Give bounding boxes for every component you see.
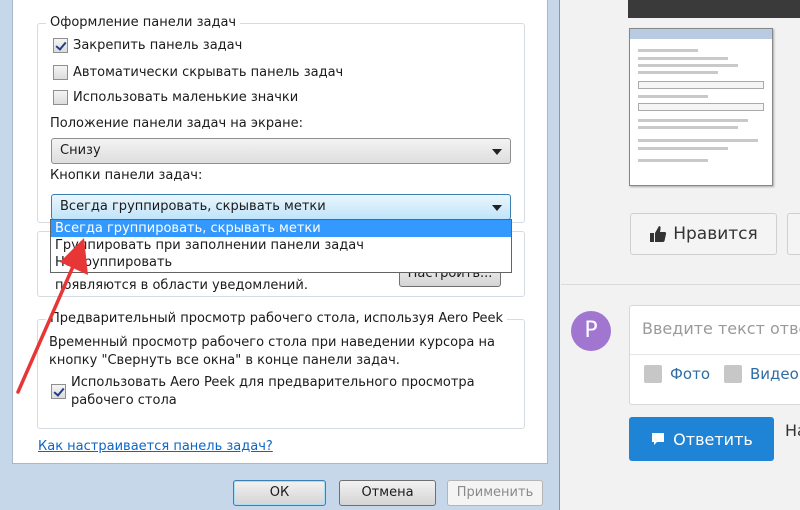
taskbar-buttons-label: Кнопки панели задач: [50, 168, 203, 183]
chevron-down-icon [492, 149, 502, 155]
ok-button[interactable]: ОК [233, 480, 326, 506]
taskbar-position-value: Снизу [60, 143, 101, 158]
group-title-appearance: Оформление панели задач [46, 15, 241, 30]
lock-taskbar-label: Закрепить панель задач [73, 38, 243, 53]
dropdown-option-combine-when-full[interactable]: Группировать при заполнении панели задач [51, 237, 511, 254]
small-icons-checkbox[interactable] [53, 90, 68, 105]
attach-video-label: Видео [750, 365, 799, 383]
lock-taskbar-checkbox-row[interactable]: Закрепить панель задач [53, 38, 242, 53]
screenshot-thumbnail[interactable] [629, 28, 773, 186]
cancel-button[interactable]: Отмена [339, 480, 436, 506]
screenshot-root: Оформление панели задач Закрепить панель… [0, 0, 800, 510]
aero-peek-checkbox-label-line2: рабочего стола [71, 393, 177, 408]
taskbar-properties-dialog: Оформление панели задач Закрепить панель… [0, 0, 560, 510]
like-button-label: Нравится [673, 224, 758, 244]
taskbar-buttons-dropdown-list: Всегда группировать, скрывать метки Груп… [50, 219, 512, 273]
taskbar-buttons-value: Всегда группировать, скрывать метки [60, 199, 326, 214]
social-page-panel: Нравится P Введите текст отве Фото Видео… [561, 0, 800, 510]
comment-input-box[interactable]: Введите текст отве Фото Видео [629, 305, 800, 405]
reply-button-label: Ответить [673, 429, 753, 449]
comment-icon [652, 433, 665, 445]
reply-button[interactable]: Ответить [629, 417, 774, 461]
attach-video-button[interactable]: Видео [724, 365, 799, 383]
comment-divider [630, 354, 800, 355]
notification-area-text: появляются в области уведомлений. [55, 278, 308, 293]
aero-peek-checkbox-row[interactable] [51, 384, 71, 399]
help-link[interactable]: Как настраивается панель задач? [38, 439, 273, 454]
group-title-aero-peek: Предварительный просмотр рабочего стола,… [46, 311, 508, 326]
small-icons-checkbox-row[interactable]: Использовать маленькие значки [53, 90, 298, 105]
share-button[interactable] [787, 213, 800, 255]
photo-icon [644, 365, 662, 383]
attach-photo-button[interactable]: Фото [644, 365, 710, 383]
dropdown-option-never-combine[interactable]: Не группировать [51, 254, 511, 271]
attach-photo-label: Фото [670, 365, 711, 383]
lock-taskbar-checkbox[interactable] [53, 38, 68, 53]
taskbar-buttons-select[interactable]: Всегда группировать, скрывать метки [51, 194, 511, 220]
auto-hide-checkbox-row[interactable]: Автоматически скрывать панель задач [53, 65, 343, 80]
thumbs-up-icon [650, 226, 667, 242]
chevron-down-icon [492, 205, 502, 211]
like-button[interactable]: Нравится [630, 213, 777, 255]
video-icon [724, 365, 742, 383]
aero-peek-checkbox-label-line1: Использовать Aero Peek для предварительн… [71, 375, 475, 390]
apply-button[interactable]: Применить [447, 480, 543, 506]
auto-hide-label: Автоматически скрывать панель задач [73, 65, 344, 80]
dropdown-option-always-combine[interactable]: Всегда группировать, скрывать метки [51, 220, 511, 237]
small-icons-label: Использовать маленькие значки [73, 90, 299, 105]
section-divider [561, 284, 800, 285]
top-image-thumbnail[interactable] [628, 0, 800, 18]
taskbar-position-label: Положение панели задач на экране: [50, 116, 303, 131]
auto-hide-checkbox[interactable] [53, 65, 68, 80]
taskbar-position-select[interactable]: Снизу [51, 138, 511, 164]
avatar: P [571, 311, 611, 351]
comment-placeholder: Введите текст отве [642, 319, 800, 338]
aero-peek-checkbox[interactable] [51, 384, 66, 399]
aero-peek-description-line2: кнопку "Свернуть все окна" в конце панел… [49, 353, 400, 368]
aero-peek-description-line1: Временный просмотр рабочего стола при на… [49, 335, 495, 350]
reply-tail-text: На [785, 421, 800, 440]
